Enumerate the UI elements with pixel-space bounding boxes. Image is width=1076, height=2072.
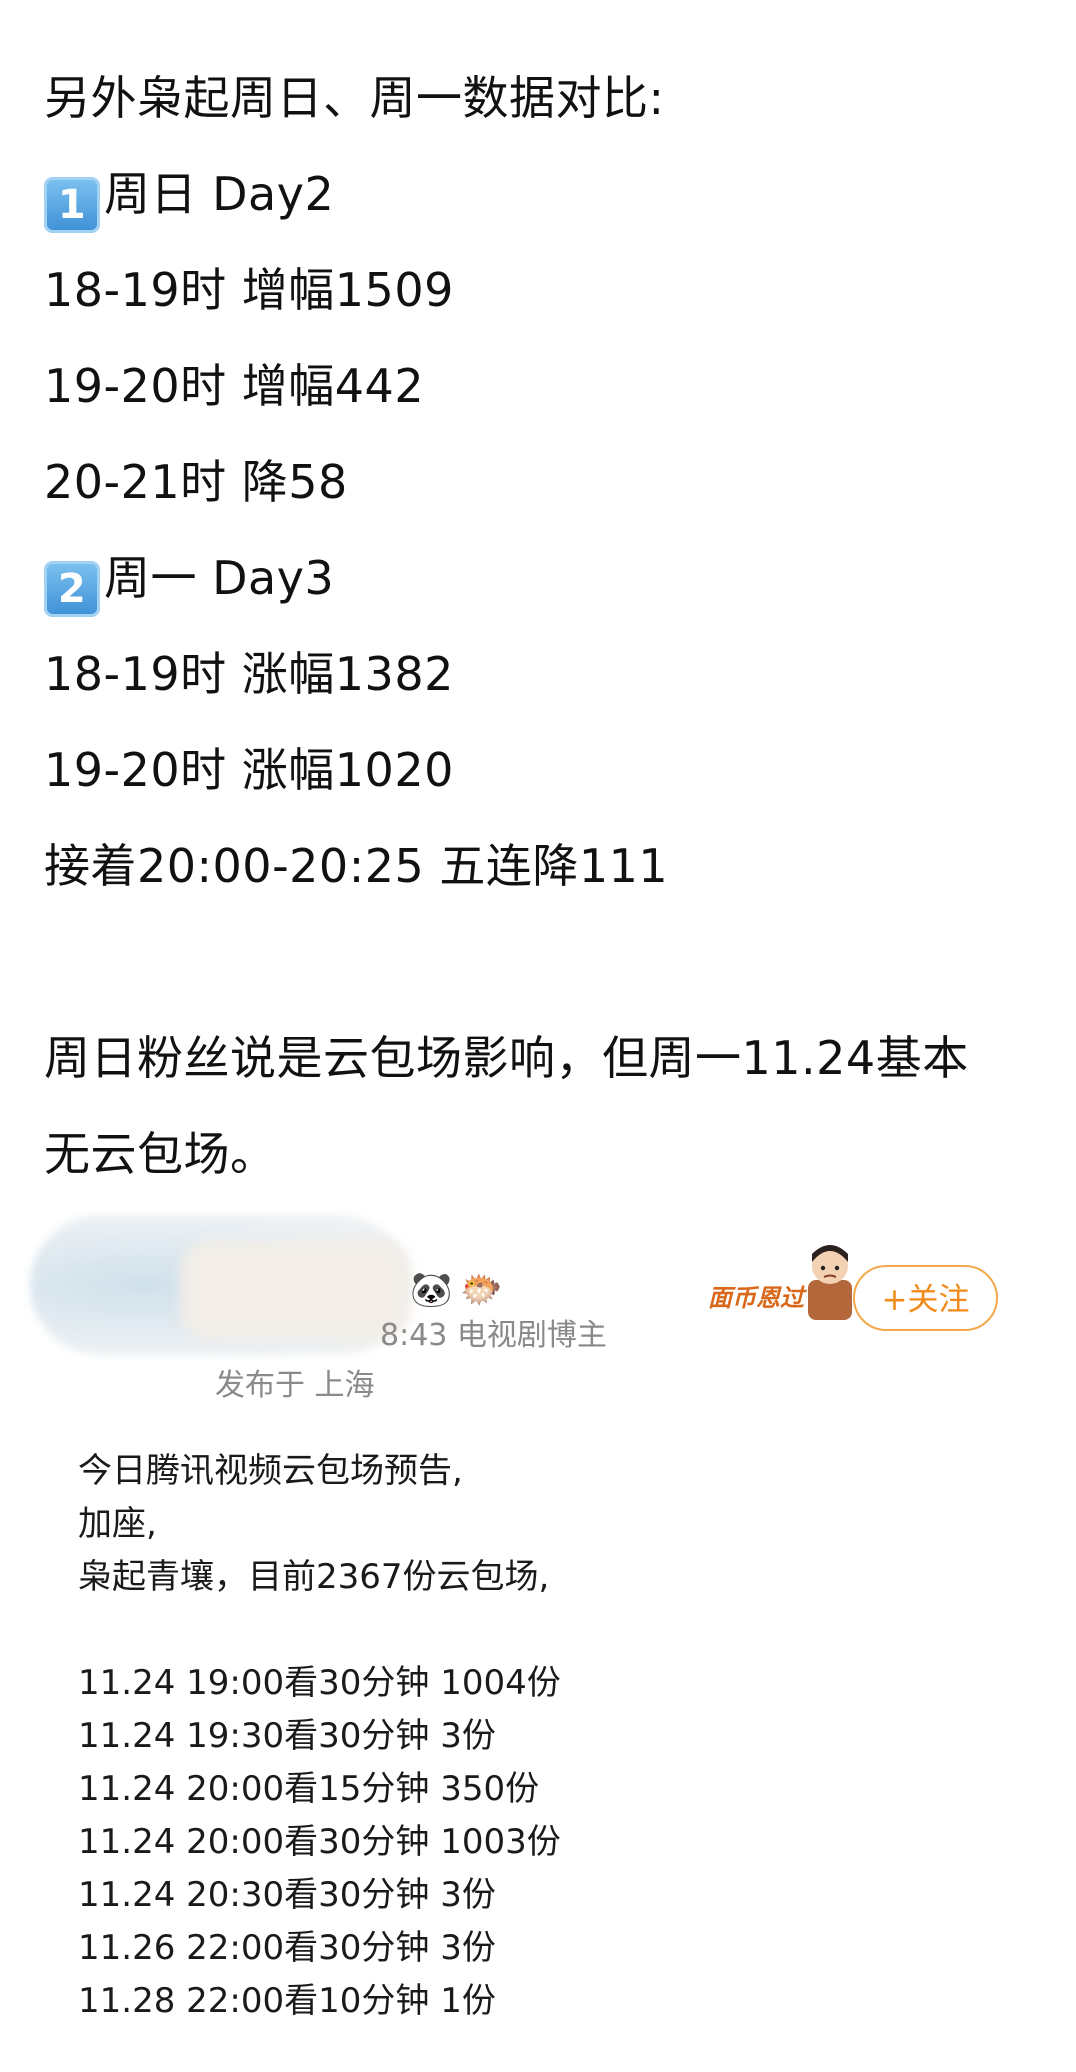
section-2-line: 19-20时 涨幅1020 bbox=[44, 743, 454, 797]
keycap-one-icon: 1 bbox=[44, 177, 100, 233]
post-body: 另外枭起周日、周一数据对比: 1 周日 Day2 18-19时 增幅1509 19… bbox=[44, 50, 1034, 1202]
section-1-title: 1 周日 Day2 bbox=[44, 146, 1034, 242]
pufferfish-emoji-icon: 🐡 bbox=[460, 1270, 503, 1310]
section-1-line: 18-19时 增幅1509 bbox=[44, 263, 454, 317]
panda-emoji-icon: 🐼 bbox=[410, 1270, 453, 1310]
quote-line: 11.24 19:30看30分钟 3份 bbox=[78, 1716, 496, 1756]
cartoon-badge-icon bbox=[808, 1245, 852, 1320]
quote-line: 11.24 19:00看30分钟 1004份 bbox=[78, 1663, 561, 1703]
section-2-line: 18-19时 涨幅1382 bbox=[44, 647, 454, 701]
follow-button[interactable]: +关注 bbox=[853, 1265, 998, 1331]
quote-location: 发布于 上海 bbox=[215, 1368, 375, 1403]
conclusion-line: 无云包场。 bbox=[44, 1127, 277, 1181]
conclusion-line: 周日粉丝说是云包场影响，但周一11.24基本 bbox=[44, 1031, 969, 1085]
quote-text: 今日腾讯视频云包场预告, 加座, 枭起青壤，目前2367份云包场, 11.24 … bbox=[78, 1445, 978, 2028]
section-1-line: 19-20时 增幅442 bbox=[44, 359, 425, 413]
section-2-title: 2 周一 Day3 bbox=[44, 530, 1034, 626]
quote-line: 11.24 20:30看30分钟 3份 bbox=[78, 1875, 496, 1915]
quote-line: 加座, bbox=[78, 1504, 157, 1544]
quote-line: 11.24 20:00看15分钟 350份 bbox=[78, 1769, 540, 1809]
quote-line: 11.28 22:00看10分钟 1份 bbox=[78, 1981, 496, 2021]
quote-line: 11.26 22:00看30分钟 3份 bbox=[78, 1928, 496, 1968]
quote-blank-line bbox=[78, 1604, 978, 1657]
quote-meta: 8:43 电视剧博主 bbox=[380, 1318, 607, 1353]
section-1-line: 20-21时 降58 bbox=[44, 455, 348, 509]
quote-line: 11.24 20:00看30分钟 1003份 bbox=[78, 1822, 561, 1862]
keycap-two-icon: 2 bbox=[44, 561, 100, 617]
section-1-label: 周日 Day2 bbox=[104, 167, 335, 221]
quote-line: 枭起青壤，目前2367份云包场, bbox=[78, 1557, 550, 1597]
post-heading: 另外枭起周日、周一数据对比: bbox=[44, 71, 665, 125]
section-2-line: 接着20:00-20:25 五连降111 bbox=[44, 839, 669, 893]
blurred-username[interactable] bbox=[180, 1240, 410, 1340]
quote-line: 今日腾讯视频云包场预告, bbox=[78, 1451, 463, 1491]
section-2-label: 周一 Day3 bbox=[104, 551, 335, 605]
vip-badge-text: 面币恩过 bbox=[708, 1284, 804, 1312]
